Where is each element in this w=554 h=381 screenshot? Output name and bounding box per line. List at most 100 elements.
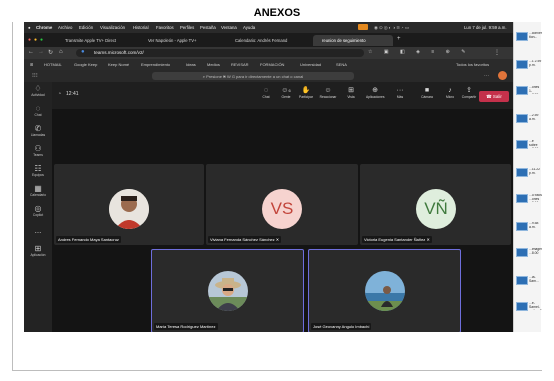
teams-search-input[interactable]: ⌕ Presione ⌘ W G para ir directamente a … <box>152 72 354 80</box>
bookmark-medios[interactable]: Medios <box>207 62 220 67</box>
chat-icon: ◌ <box>35 104 41 113</box>
menu-ventana[interactable]: Ventana <box>221 25 237 30</box>
apps-icon: ⊕ <box>372 87 378 94</box>
chat-icon: ◌ <box>263 87 269 94</box>
window-close-icon[interactable]: ● <box>28 37 31 43</box>
rail-item-equipos[interactable]: ☷ Equipos <box>24 164 52 184</box>
camera-icon: ■ <box>424 87 430 94</box>
bookmark-formacion[interactable]: FORMACIÓN <box>260 62 284 67</box>
phone-hangup-icon: ☎ <box>486 94 493 99</box>
menubar-app-name[interactable]: Chrome <box>36 25 52 30</box>
bookmark-emprendimiento[interactable]: Emprendimiento <box>141 62 170 67</box>
apps-icon: ⊞ <box>34 244 42 253</box>
new-tab-icon[interactable]: + <box>397 36 401 42</box>
leave-button[interactable]: ☎ Salir <box>479 91 509 102</box>
rail-item-copilot[interactable]: ◎ Copilot <box>24 204 52 224</box>
menu-archivo[interactable]: Archivo <box>58 25 72 30</box>
participant-tile-maria[interactable]: María Teresa Rodríguez Martínez <box>151 249 304 332</box>
file-thumbnail[interactable] <box>516 276 528 285</box>
bookmark-all-favorites[interactable]: Todos los favoritos <box>456 62 489 67</box>
rail-item-more[interactable]: ... <box>24 226 52 246</box>
menu-historial[interactable]: Historial <box>133 25 149 30</box>
teams-more-icon[interactable]: ··· <box>484 73 489 79</box>
bookmark-google-keep[interactable]: Google Keep <box>74 62 97 67</box>
apps-button[interactable]: ⊕ Aplicaciones <box>366 86 385 106</box>
more-button[interactable]: ··· Más <box>391 86 409 106</box>
page-border-bottom <box>12 370 542 371</box>
meeting-timer: 12:41 <box>66 91 79 97</box>
menu-perfiles[interactable]: Perfiles <box>180 25 194 30</box>
window-zoom-icon[interactable]: ● <box>40 37 43 43</box>
rail-item-calendario[interactable]: ▦ Calendario <box>24 184 52 204</box>
file-thumbnail[interactable] <box>516 32 528 41</box>
rail-item-aplicacion[interactable]: ⊞ Aplicación <box>24 244 52 264</box>
chat-button[interactable]: ◌ Chat <box>257 86 275 106</box>
apps-grid-icon[interactable]: ⊞ <box>30 62 33 67</box>
rail-item-llamadas[interactable]: ✆ Llamadas <box>24 124 52 144</box>
record-status-icon[interactable] <box>358 24 368 30</box>
file-thumbnail[interactable] <box>516 114 528 123</box>
window-minimize-icon[interactable]: ● <box>34 37 37 43</box>
screenshot: ● Chrome Archivo Edición Visualización H… <box>24 22 513 332</box>
menu-pestana[interactable]: Pestaña <box>200 25 216 30</box>
reload-icon[interactable]: ↻ <box>48 49 53 56</box>
raise-hand-icon: ✋ <box>301 87 311 94</box>
participant-photo <box>109 189 149 229</box>
tab-apple-tv-direct[interactable]: Transmite Apple TV+ Direct <box>56 35 134 46</box>
file-label: ...11.22 p.m. <box>529 168 541 175</box>
bookmark-sena[interactable]: SENA <box>336 62 347 67</box>
rail-item-chat[interactable]: ◌ Chat <box>24 104 52 124</box>
rail-item-teams[interactable]: ⚇ Teams <box>24 144 52 164</box>
file-thumbnail[interactable] <box>516 86 528 95</box>
back-icon[interactable]: ← <box>28 49 34 55</box>
apple-icon[interactable]: ● <box>28 25 31 30</box>
participant-tile-andres[interactable]: Andres Fernando Maya Santacruz <box>54 164 204 245</box>
bookmark-hotmail[interactable]: HOTMAIL <box>44 62 62 67</box>
view-button[interactable]: ⊞ Vista <box>342 86 360 106</box>
file-thumbnail[interactable] <box>516 248 528 257</box>
menu-favoritos[interactable]: Favoritos <box>156 25 174 30</box>
file-thumbnail[interactable] <box>516 140 528 149</box>
file-thumbnail[interactable] <box>516 194 528 203</box>
camera-button[interactable]: ■ Cámara <box>418 86 436 106</box>
url-text: teams.microsoft.com/v2/ <box>94 50 144 55</box>
browser-menu-icon[interactable]: ⋮ <box>494 49 500 56</box>
site-info-icon[interactable]: ● <box>81 49 85 55</box>
extension-icons[interactable]: ☆ ▣ ◧ ◈ ≡ ⊕ ✎ <box>368 49 470 55</box>
file-thumbnail[interactable] <box>516 168 528 177</box>
browser-tabbar: ● ● ● Transmite Apple TV+ Direct Ver Nap… <box>24 33 513 47</box>
participant-tile-viviana[interactable]: VS Viviana Fernanda Sánchez Sánchez ✕ <box>206 164 358 245</box>
tab-napoleon[interactable]: Ver Napoleón - Apple TV+ <box>139 35 221 46</box>
participant-tile-jose[interactable]: José Geovanny Angulo Imbachí <box>308 249 461 332</box>
bookmark-revisar[interactable]: REVISAR <box>231 62 249 67</box>
raise-hand-button[interactable]: ✋ Participar <box>297 86 315 106</box>
meeting-stage: ◔ 12:41 ◌ Chat ☺6 Gente ✋ Participar ☺ Reacc… <box>52 82 513 332</box>
participant-tile-victoria[interactable]: VÑ Victoria Eugenia Santander Ñañez ✕ <box>360 164 511 245</box>
menu-visualizacion[interactable]: Visualización <box>100 25 125 30</box>
react-button[interactable]: ☺ Reaccionar <box>319 86 337 106</box>
menu-edicion[interactable]: Edición <box>79 25 93 30</box>
address-bar[interactable]: ● teams.microsoft.com/v2/ <box>76 49 364 57</box>
file-thumbnail[interactable] <box>516 222 528 231</box>
bookmark-keep-nome[interactable]: Keep Nomé <box>108 62 129 67</box>
tab-calendario[interactable]: Calendario: Andrés Fernand <box>226 35 308 46</box>
bookmark-universidad[interactable]: Universidad <box>300 62 321 67</box>
home-icon[interactable]: ⌂ <box>59 49 63 55</box>
file-label: ...u fotos ...ones ...8.10 a.m. <box>529 194 542 202</box>
file-label: ...1 2.59 p.m. <box>529 60 542 67</box>
tab-reunion-seguimiento[interactable]: reunion de seguimiento <box>313 35 393 46</box>
bookmark-ideas[interactable]: Ideas <box>186 62 196 67</box>
forward-icon[interactable]: → <box>38 49 44 55</box>
mic-button[interactable]: ♪ Micro <box>441 86 459 106</box>
rail-item-actividad[interactable]: ♢ Actividad <box>24 84 52 104</box>
react-icon: ☺ <box>324 87 332 94</box>
people-button[interactable]: ☺6 Gente <box>277 86 295 106</box>
menu-ayuda[interactable]: Ayuda <box>243 25 255 30</box>
user-avatar[interactable] <box>498 71 507 80</box>
teams-app-launcher-icon[interactable]: ⁝⁝⁝ <box>32 72 38 79</box>
share-button[interactable]: ⇪ Compartir <box>460 86 478 106</box>
file-thumbnail[interactable] <box>516 60 528 69</box>
bookmarks-bar: ⊞ HOTMAIL Google Keep Keep Nomé Emprendi… <box>24 59 513 70</box>
file-thumbnail[interactable] <box>516 302 528 311</box>
teams-app-rail: ♢ Actividad ◌ Chat ✆ Llamadas ⚇ Teams ☷ Equip… <box>24 82 52 332</box>
